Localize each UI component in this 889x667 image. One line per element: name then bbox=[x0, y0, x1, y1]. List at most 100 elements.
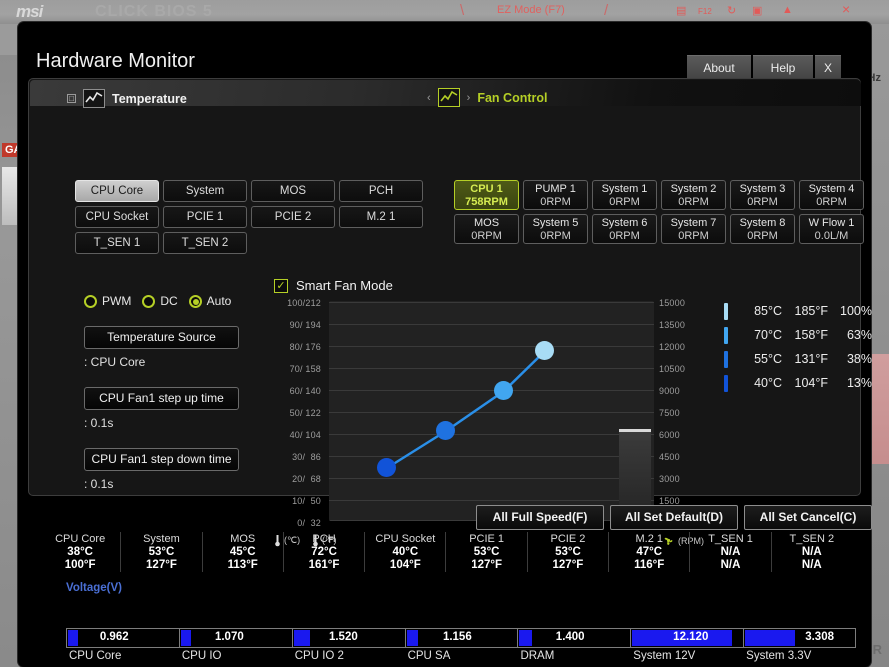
all-set-default-button[interactable]: All Set Default(D) bbox=[610, 505, 738, 530]
fan-tile-label: PUMP 1 bbox=[535, 183, 576, 195]
temp-tick-80: 80/ 176 bbox=[289, 342, 321, 352]
voltage-value: 12.120 bbox=[673, 631, 709, 643]
radio-auto[interactable] bbox=[188, 294, 202, 308]
readout-fahrenheit: 127°F bbox=[146, 559, 177, 571]
readout-cell-pcie-1: PCIE 1 53°C 127°F bbox=[445, 532, 526, 572]
sensor-button-t-sen-1[interactable]: T_SEN 1 bbox=[75, 232, 159, 254]
fan-tile-cpu-1[interactable]: CPU 1 758RPM bbox=[454, 180, 519, 210]
alert-icon[interactable]: ▲ bbox=[782, 4, 793, 16]
fan-tile-value: 0.0L/M bbox=[814, 230, 849, 242]
step-up-time-button[interactable]: CPU Fan1 step up time bbox=[84, 387, 239, 410]
smart-fan-mode-row[interactable]: ✓ Smart Fan Mode bbox=[274, 278, 393, 293]
temp-tick-10: 10/ 50 bbox=[292, 496, 321, 506]
legend-row-85c: 85°C 185°F 100% bbox=[724, 299, 872, 323]
fan-tile-label: System 6 bbox=[601, 217, 648, 229]
temp-tick-0: 0/ 32 bbox=[297, 518, 321, 528]
bios-top-bar: msi CLICK BIOS 5 EZ Mode (F7) \ / ▤ F12 … bbox=[0, 0, 889, 24]
fan-tile-system-3[interactable]: System 3 0RPM bbox=[730, 180, 795, 210]
voltage-fill bbox=[68, 630, 79, 646]
readout-celsius: N/A bbox=[801, 546, 822, 558]
readout-celsius: 53°C bbox=[555, 546, 581, 558]
temperature-source-button[interactable]: Temperature Source bbox=[84, 326, 239, 349]
fan-tile-pump-1[interactable]: PUMP 1 0RPM bbox=[523, 180, 588, 210]
voltage-section-title: Voltage(V) bbox=[66, 582, 123, 594]
smart-fan-checkbox[interactable]: ✓ bbox=[274, 278, 288, 293]
voltage-fill bbox=[293, 630, 310, 646]
temperature-section-header[interactable]: □ Temperature bbox=[67, 89, 187, 108]
sensor-button-pcie-1[interactable]: PCIE 1 bbox=[163, 206, 247, 228]
temp-tick-60: 60/ 140 bbox=[289, 386, 321, 396]
refresh-icon[interactable]: ↻ bbox=[727, 4, 736, 17]
voltage-cell-system-33v: 3.308 System 3.3V bbox=[743, 624, 857, 664]
all-set-cancel-button[interactable]: All Set Cancel(C) bbox=[744, 505, 872, 530]
voltage-value: 1.156 bbox=[442, 631, 472, 643]
fan-tile-mos[interactable]: MOS 0RPM bbox=[454, 214, 519, 244]
temperature-readout-strip: CPU Core 38°C 100°F System 53°C 127°F MO… bbox=[40, 532, 852, 572]
help-button[interactable]: Help bbox=[753, 55, 813, 80]
fan-tile-value: 0RPM bbox=[609, 230, 640, 242]
voltage-cell-cpu-sa: 1.156 CPU SA bbox=[404, 624, 518, 664]
radio-pwm[interactable] bbox=[84, 294, 97, 308]
close-bios-icon[interactable]: × bbox=[842, 1, 850, 17]
readout-fahrenheit: N/A bbox=[720, 559, 741, 571]
legend-duty: 13% bbox=[846, 376, 872, 390]
curve-point-55c[interactable] bbox=[436, 421, 455, 440]
fan-tile-label: System 1 bbox=[601, 183, 648, 195]
readout-name: MOS bbox=[230, 533, 256, 545]
sensor-button-pcie-2[interactable]: PCIE 2 bbox=[251, 206, 335, 228]
curve-point-70c[interactable] bbox=[494, 381, 513, 400]
temp-tick-70: 70/ 158 bbox=[289, 364, 321, 374]
fan-tile-system-2[interactable]: System 2 0RPM bbox=[661, 180, 726, 210]
temp-tick-90: 90/ 194 bbox=[289, 320, 321, 330]
sensor-button-cpu-socket[interactable]: CPU Socket bbox=[75, 206, 159, 228]
curve-point-40c[interactable] bbox=[377, 458, 396, 477]
readout-celsius: 40°C bbox=[392, 546, 419, 558]
readout-cell-m2-1: M.2 1 47°C 116°F bbox=[608, 532, 689, 572]
fan-tile-system-1[interactable]: System 1 0RPM bbox=[592, 180, 657, 210]
collapse-box-icon[interactable]: □ bbox=[67, 94, 76, 103]
ez-mode-label[interactable]: EZ Mode (F7) bbox=[497, 4, 565, 16]
bios-model-label: CLICK BIOS 5 bbox=[95, 3, 213, 20]
close-button[interactable]: X bbox=[815, 55, 841, 80]
voltage-cell-cpu-core: 0.962 CPU Core bbox=[66, 624, 179, 664]
readout-cell-t-sen-2: T_SEN 2 N/A N/A bbox=[770, 532, 852, 572]
fan-tile-system-4[interactable]: System 4 0RPM bbox=[799, 180, 864, 210]
fan-tile-label: System 3 bbox=[739, 183, 786, 195]
fan-settings-column: PWM DC Auto Temperature Source : CPU Cor… bbox=[84, 294, 259, 491]
readout-celsius: 53°C bbox=[148, 546, 175, 558]
readout-fahrenheit: 104°F bbox=[389, 559, 421, 571]
fan-tile-w-flow-1[interactable]: W Flow 1 0.0L/M bbox=[799, 214, 864, 244]
fan-tile-system-6[interactable]: System 6 0RPM bbox=[592, 214, 657, 244]
about-button[interactable]: About bbox=[687, 55, 751, 80]
fan-tile-value: 0RPM bbox=[471, 230, 502, 242]
fan-curve-plot-area[interactable] bbox=[329, 301, 654, 521]
temp-tick-20: 20/ 68 bbox=[292, 474, 321, 484]
sensor-button-cpu-core[interactable]: CPU Core bbox=[75, 180, 159, 202]
voltage-cell-cpu-io-2: 1.520 CPU IO 2 bbox=[291, 624, 405, 664]
fan-tile-system-8[interactable]: System 8 0RPM bbox=[730, 214, 795, 244]
fan-tile-system-7[interactable]: System 7 0RPM bbox=[661, 214, 726, 244]
all-full-speed-button[interactable]: All Full Speed(F) bbox=[476, 505, 604, 530]
radio-dc[interactable] bbox=[142, 294, 156, 308]
fan-tile-label: CPU 1 bbox=[470, 183, 503, 195]
fan-control-section-header[interactable]: ‹ › Fan Control bbox=[427, 88, 547, 107]
sensor-button-t-sen-2[interactable]: T_SEN 2 bbox=[163, 232, 247, 254]
fan-tile-system-5[interactable]: System 5 0RPM bbox=[523, 214, 588, 244]
sensor-button-m2-1[interactable]: M.2 1 bbox=[339, 206, 423, 228]
legend-temp-f: 158°F bbox=[794, 328, 829, 342]
rpm-tick-7500: 7500 bbox=[659, 408, 680, 418]
step-down-time-button[interactable]: CPU Fan1 step down time bbox=[84, 448, 239, 471]
voltage-value: 1.400 bbox=[555, 631, 585, 643]
readout-celsius: 38°C bbox=[67, 546, 93, 558]
readout-fahrenheit: N/A bbox=[801, 559, 822, 571]
readout-fahrenheit: 161°F bbox=[308, 559, 340, 571]
sensor-button-mos[interactable]: MOS bbox=[251, 180, 335, 202]
sensor-button-system[interactable]: System bbox=[163, 180, 247, 202]
chevron-left-icon[interactable]: ‹ bbox=[427, 92, 431, 104]
sensor-button-pch[interactable]: PCH bbox=[339, 180, 423, 202]
chevron-right-icon[interactable]: › bbox=[467, 92, 471, 104]
curve-point-85c[interactable] bbox=[535, 341, 554, 360]
screenshot-icon[interactable]: ▣ bbox=[752, 4, 762, 17]
rpm-tick-13500: 13500 bbox=[659, 320, 686, 330]
camera-icon[interactable]: ▤ bbox=[676, 4, 686, 17]
